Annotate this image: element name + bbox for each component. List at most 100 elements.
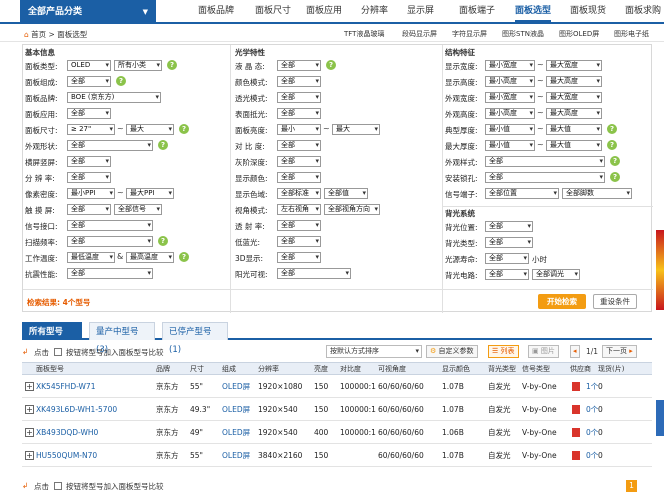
pdf-icon[interactable] [572, 428, 580, 437]
help-icon[interactable]: ? [167, 60, 177, 70]
help-icon[interactable]: ? [607, 124, 617, 134]
model-link[interactable]: XB493DQD-WH0 [36, 422, 98, 444]
filter-select[interactable]: 最小值 [485, 124, 535, 135]
model-link[interactable]: XK545FHD-W71 [36, 376, 95, 398]
filter-select[interactable]: 最大PPI [126, 188, 174, 199]
filter-select[interactable]: 全部 [67, 220, 153, 231]
reset-button[interactable]: 重设条件 [593, 294, 637, 309]
filter-select[interactable]: 全部 [67, 236, 153, 247]
filter-select[interactable]: 最低温度 [67, 252, 115, 263]
filter-select[interactable]: 最大高度 [546, 108, 602, 119]
filter-select[interactable]: 最大值 [546, 140, 602, 151]
filter-select[interactable]: 全部标准 [277, 188, 321, 199]
filter-select[interactable]: 最小高度 [485, 76, 535, 87]
nav-item-4[interactable]: 显示屏 [407, 0, 434, 22]
table-cell[interactable]: 0个 [586, 445, 598, 467]
filter-select[interactable]: 最大 [126, 124, 174, 135]
filter-select[interactable]: 全部 [277, 156, 321, 167]
filter-select[interactable]: 最小宽度 [485, 92, 535, 103]
nav-item-8[interactable]: 面板求购 [625, 0, 661, 22]
filter-select[interactable]: 全部位置 [485, 188, 559, 199]
nav-item-1[interactable]: 面板尺寸 [255, 0, 291, 22]
filter-select[interactable]: 最小PPI [67, 188, 115, 199]
sub-category-link[interactable]: 段码显示屏 [402, 29, 437, 39]
tab-0[interactable]: 所有型号 (4) [22, 322, 82, 355]
filter-select[interactable]: 全部 [485, 253, 529, 264]
table-cell[interactable]: 0个 [586, 399, 598, 421]
filter-select[interactable]: 全部 [277, 268, 351, 279]
filter-select[interactable]: 全部 [485, 237, 533, 248]
filter-select[interactable]: 最大 [332, 124, 380, 135]
nav-item-7[interactable]: 面板现货 [570, 0, 606, 22]
help-icon[interactable]: ? [610, 172, 620, 182]
prev-page-button[interactable]: ◂ [570, 345, 580, 358]
help-icon[interactable]: ? [326, 60, 336, 70]
add-compare-icon[interactable]: + [25, 405, 34, 414]
filter-select[interactable]: 最大值 [546, 124, 602, 135]
filter-select[interactable]: 全部 [277, 220, 321, 231]
filter-select[interactable]: 最高温度 [126, 252, 174, 263]
help-icon[interactable]: ? [116, 76, 126, 86]
filter-select[interactable]: 全部 [485, 269, 529, 280]
model-link[interactable]: XK493L6D-WH1-5700 [36, 399, 117, 421]
model-link[interactable]: HU550QUM-N70 [36, 445, 97, 467]
filter-select[interactable]: 全部 [277, 172, 321, 183]
add-compare-icon[interactable]: + [25, 382, 34, 391]
help-icon[interactable]: ? [607, 140, 617, 150]
filter-select[interactable]: 全部 [277, 108, 321, 119]
custom-params-button[interactable]: ⚙ 自定义参数 [426, 345, 478, 358]
filter-select[interactable]: 全部 [67, 108, 111, 119]
filter-select[interactable]: 最大高度 [546, 76, 602, 87]
filter-select[interactable]: 全部 [277, 60, 321, 71]
filter-select[interactable]: 最小值 [485, 140, 535, 151]
pdf-icon[interactable] [572, 382, 580, 391]
filter-select[interactable]: 全部 [67, 172, 111, 183]
filter-select[interactable]: 全部 [277, 76, 321, 87]
nav-item-0[interactable]: 面板品牌 [198, 0, 234, 22]
help-icon[interactable]: ? [158, 236, 168, 246]
filter-select[interactable]: 最小宽度 [485, 60, 535, 71]
help-icon[interactable]: ? [179, 124, 189, 134]
all-categories-button[interactable]: 全部产品分类 ▼ [20, 0, 156, 24]
sub-category-link[interactable]: 图形电子纸 [614, 29, 649, 39]
sub-category-link[interactable]: TFT液晶玻璃 [344, 29, 384, 39]
nav-item-6[interactable]: 面板选型 [515, 0, 552, 22]
filter-select[interactable]: 全部信号 [114, 204, 162, 215]
filter-select[interactable]: 全部 [67, 156, 111, 167]
filter-select[interactable]: 全部 [485, 221, 533, 232]
nav-item-5[interactable]: 面板端子 [459, 0, 495, 22]
filter-select[interactable]: 全部 [67, 76, 111, 87]
filter-select[interactable]: 所有小类 [114, 60, 162, 71]
filter-select[interactable]: 全部脚数 [562, 188, 632, 199]
sort-select[interactable]: 按默认方式排序 ▾ [326, 345, 422, 358]
filter-select[interactable]: ≥ 27" [67, 124, 115, 135]
pdf-icon[interactable] [572, 405, 580, 414]
filter-select[interactable]: 全部视角方向 [324, 204, 380, 215]
help-icon[interactable]: ? [158, 140, 168, 150]
filter-select[interactable]: 全部 [67, 140, 153, 151]
sub-category-link[interactable]: 字符显示屏 [452, 29, 487, 39]
search-button[interactable]: 开始检索 [538, 294, 586, 309]
filter-select[interactable]: 全部 [277, 236, 321, 247]
filter-select[interactable]: 最小高度 [485, 108, 535, 119]
side-advertisement[interactable] [656, 400, 664, 436]
nav-item-3[interactable]: 分辨率 [361, 0, 388, 22]
filter-select[interactable]: 全部 [485, 172, 605, 183]
tab-1[interactable]: 量产中型号 (3) [89, 322, 155, 355]
filter-select[interactable]: 全部 [277, 140, 321, 151]
list-view-button[interactable]: ☰ 列表 [488, 345, 519, 358]
filter-select[interactable]: BOE (京东方) [67, 92, 161, 103]
pdf-icon[interactable] [572, 451, 580, 460]
filter-select[interactable]: 全部 [485, 156, 605, 167]
filter-select[interactable]: 全部 [67, 204, 111, 215]
filter-select[interactable]: 全部值 [324, 188, 368, 199]
sub-category-link[interactable]: 图形OLED屏 [559, 29, 599, 39]
filter-select[interactable]: OLED [67, 60, 111, 71]
image-view-button[interactable]: ▣ 图片 [528, 345, 559, 358]
table-cell[interactable]: 1个 [586, 376, 598, 398]
side-advertisement[interactable] [656, 230, 664, 310]
filter-select[interactable]: 全部 [277, 252, 321, 263]
filter-select[interactable]: 全部 [67, 268, 153, 279]
filter-select[interactable]: 最大宽度 [546, 92, 602, 103]
filter-select[interactable]: 全部调光 [532, 269, 580, 280]
